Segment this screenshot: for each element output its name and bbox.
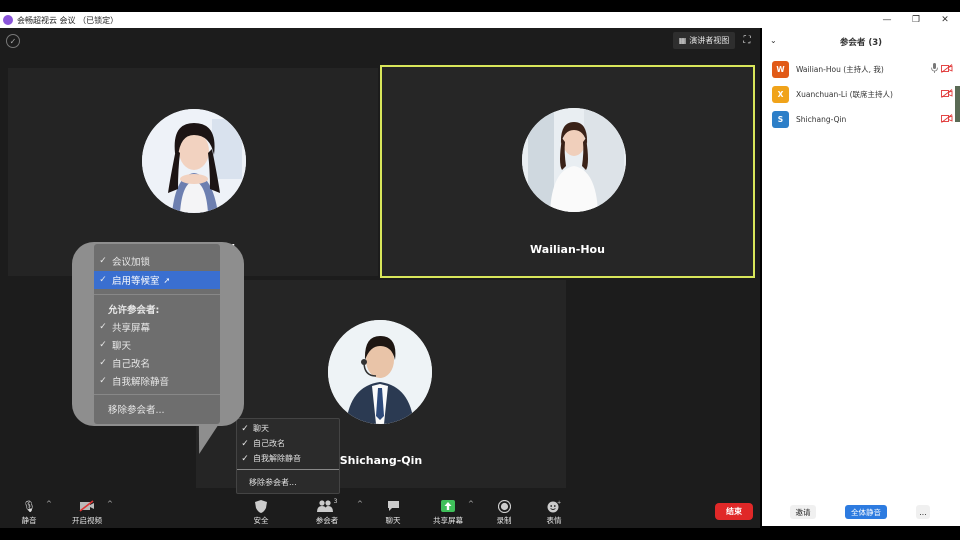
audio-options-caret[interactable]: ^ (46, 500, 52, 508)
cursor-icon: ➚ (163, 275, 171, 285)
check-icon: ✓ (241, 423, 249, 434)
check-icon: ✓ (99, 340, 107, 350)
security-button[interactable]: 安全 (249, 498, 273, 528)
menu-divider (237, 469, 339, 470)
participant-name: Shichang-Qin (796, 114, 847, 124)
encryption-shield-icon[interactable]: ✓ (6, 34, 20, 48)
avatar-wailian-hou (522, 108, 626, 212)
menu-item-rename[interactable]: ✓ 自己改名 (237, 436, 339, 451)
invite-button[interactable]: 邀请 (790, 505, 816, 519)
minimize-button[interactable]: — (872, 12, 902, 28)
participant-row[interactable]: X Xuanchuan-Li (联席主持人) (772, 85, 954, 103)
check-icon: ✓ (99, 256, 107, 266)
avatar-xuanchuan-li (142, 109, 246, 213)
chat-icon (381, 498, 405, 514)
menu-item-chat[interactable]: ✓ 聊天 (237, 421, 339, 436)
video-off-icon[interactable] (940, 113, 954, 125)
title-bar: 会畅超视云 会议 （已锁定） — ❐ ✕ (0, 12, 960, 28)
fullscreen-icon[interactable]: ⛶ (740, 33, 754, 47)
video-tile-wailian-hou[interactable]: Wailian-Hou (380, 65, 755, 278)
participants-options-caret[interactable]: ^ (357, 500, 363, 508)
menu-item-chat[interactable]: ✓ 聊天 (94, 336, 220, 354)
avatar: W (772, 60, 789, 78)
video-off-icon (75, 498, 99, 514)
avatar-shichang-qin (328, 320, 432, 424)
video-off-icon[interactable] (940, 88, 954, 100)
video-options-caret[interactable]: ^ (107, 500, 113, 508)
window-title: 会畅超视云 会议 （已锁定） (17, 15, 119, 25)
participants-icon: 3 (315, 498, 339, 514)
end-meeting-button[interactable]: 结束 (715, 503, 753, 520)
menu-divider (94, 394, 220, 395)
avatar: S (772, 110, 789, 128)
mute-all-button[interactable]: 全体静音 (845, 505, 887, 519)
security-menu-magnified: ✓ 会议加锁 ✓ 启用等候室 ➚ 允许参会者: ✓ 共享屏幕 ✓ 聊天 ✓ 自己改名 ✓ 自我… (94, 244, 220, 424)
security-menu-small: ✓ 聊天 ✓ 自己改名 ✓ 自我解除静音 移除参会者... (236, 418, 340, 494)
share-screen-button[interactable]: 共享屏幕 (430, 498, 466, 528)
check-icon: ✓ (99, 376, 107, 386)
video-off-icon[interactable] (940, 63, 954, 75)
participants-panel-footer: 邀请 全体静音 ... (762, 502, 960, 522)
participant-name: Wailian-Hou (主持人, 我) (796, 64, 884, 74)
participant-row[interactable]: S Shichang-Qin (772, 110, 954, 128)
mute-button[interactable]: 🎙︎ 静音 (16, 498, 42, 528)
check-icon: ✓ (99, 322, 107, 332)
share-screen-icon (436, 498, 460, 514)
share-options-caret[interactable]: ^ (468, 500, 474, 508)
mic-icon[interactable] (928, 63, 940, 75)
participant-name: Xuanchuan-Li (联席主持人) (796, 89, 893, 99)
chat-button[interactable]: 聊天 (381, 498, 405, 528)
meeting-app: 会畅超视云 会议 （已锁定） — ❐ ✕ ✓ ▦ 演讲者视图 ⛶ Wailian… (0, 0, 960, 540)
panel-resize-handle[interactable] (955, 86, 960, 122)
svg-text:+: + (557, 500, 561, 506)
speaker-view-button[interactable]: ▦ 演讲者视图 (673, 32, 735, 49)
meeting-toolbar: 🎙︎ 静音 ^ 开启视频 ^ 安全 3 参会者 ^ 聊天 共享屏幕 ^ 录制 +… (0, 498, 760, 528)
menu-item-share-screen[interactable]: ✓ 共享屏幕 (94, 318, 220, 336)
meeting-area: ✓ ▦ 演讲者视图 ⛶ Xuanchuan-Li (0, 28, 760, 498)
start-video-button[interactable]: 开启视频 (68, 498, 106, 528)
avatar: X (772, 85, 789, 103)
menu-item-remove-participant[interactable]: 移除参会者... (94, 400, 220, 418)
check-icon: ✓ (241, 453, 249, 464)
close-button[interactable]: ✕ (930, 12, 960, 28)
menu-item-unmute-self[interactable]: ✓ 自我解除静音 (94, 372, 220, 390)
participant-row[interactable]: W Wailian-Hou (主持人, 我) (772, 60, 954, 78)
menu-item-enable-waiting-room[interactable]: ✓ 启用等候室 ➚ (94, 271, 220, 289)
allow-participants-header: 允许参会者: (108, 305, 160, 316)
reactions-button[interactable]: + 表情 (542, 498, 566, 528)
speaker-view-icon: ▦ (678, 36, 687, 45)
participants-count: 3 (333, 498, 338, 505)
mic-icon: 🎙︎ (22, 499, 36, 513)
more-button[interactable]: ... (916, 505, 930, 519)
app-logo-icon (3, 15, 13, 25)
participants-button[interactable]: 3 参会者 (313, 498, 341, 528)
shield-icon (249, 498, 273, 514)
speaker-view-label: 演讲者视图 (689, 36, 730, 45)
menu-divider (94, 294, 220, 295)
record-icon (492, 498, 516, 514)
menu-item-remove-participant[interactable]: 移除参会者... (237, 475, 339, 490)
menu-item-rename[interactable]: ✓ 自己改名 (94, 354, 220, 372)
record-button[interactable]: 录制 (492, 498, 516, 528)
reaction-icon: + (542, 498, 566, 514)
check-icon: ✓ (99, 275, 107, 285)
check-icon: ✓ (99, 358, 107, 368)
participants-panel: ⌄ 参会者 (3) W Wailian-Hou (主持人, 我) X Xuanc… (762, 28, 960, 526)
menu-item-lock-meeting[interactable]: ✓ 会议加锁 (94, 252, 220, 270)
check-icon: ✓ (241, 438, 249, 449)
participant-name-label: Wailian-Hou (530, 243, 605, 256)
participants-panel-title: 参会者 (3) (839, 38, 883, 48)
maximize-button[interactable]: ❐ (901, 12, 931, 28)
menu-item-unmute-self[interactable]: ✓ 自我解除静音 (237, 451, 339, 466)
